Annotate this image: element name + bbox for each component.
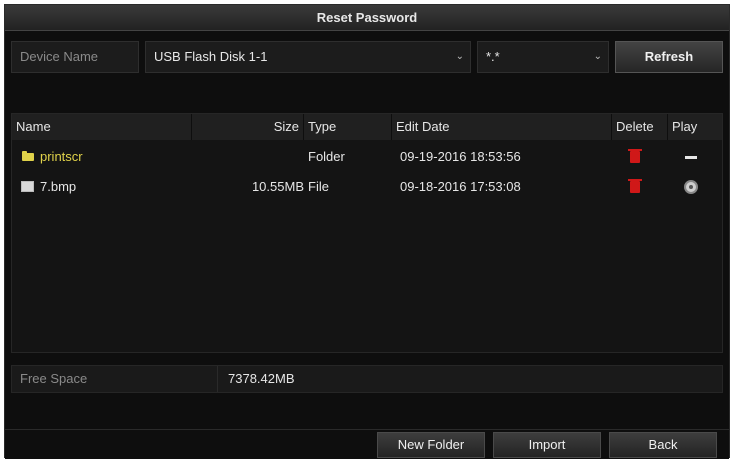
table-header: Name Size Type Edit Date Delete Play — [12, 114, 722, 140]
chevron-down-icon: ⌄ — [455, 51, 464, 62]
play-icon[interactable] — [684, 180, 698, 194]
new-folder-button[interactable]: New Folder — [377, 432, 485, 458]
free-space-row: Free Space 7378.42MB — [11, 365, 723, 393]
file-table: Name Size Type Edit Date Delete Play pri… — [11, 113, 723, 353]
file-type-value: *.* — [486, 49, 500, 64]
device-row: Device Name USB Flash Disk 1-1 ⌄ *.* ⌄ R… — [11, 41, 723, 73]
file-size: 10.55MB — [251, 179, 304, 194]
free-space-label: Free Space — [12, 366, 218, 392]
chevron-down-icon: ⌄ — [593, 51, 602, 62]
back-button[interactable]: Back — [609, 432, 717, 458]
trash-icon[interactable] — [628, 179, 642, 193]
file-edit-date: 09-18-2016 17:53:08 — [400, 179, 521, 194]
dialog-title: Reset Password — [5, 5, 729, 31]
column-name: Name — [12, 114, 192, 140]
file-type-select[interactable]: *.* ⌄ — [477, 41, 609, 73]
table-row[interactable]: printscr Folder 09-19-2016 18:53:56 — [12, 142, 722, 172]
column-edit-date: Edit Date — [392, 114, 612, 140]
device-name-select[interactable]: USB Flash Disk 1-1 ⌄ — [145, 41, 471, 73]
column-delete: Delete — [612, 114, 668, 140]
file-name: printscr — [40, 149, 83, 164]
file-type: File — [308, 179, 329, 194]
column-play: Play — [672, 119, 698, 134]
trash-icon[interactable] — [628, 149, 642, 163]
file-type: Folder — [308, 149, 345, 164]
dash-icon — [685, 156, 697, 159]
table-row[interactable]: 7.bmp 10.55MB File 09-18-2016 17:53:08 — [12, 172, 722, 202]
refresh-button[interactable]: Refresh — [615, 41, 723, 73]
reset-password-dialog: Reset Password Device Name USB Flash Dis… — [4, 4, 730, 459]
device-name-label: Device Name — [11, 41, 139, 73]
device-name-value: USB Flash Disk 1-1 — [154, 49, 268, 64]
folder-icon — [22, 151, 34, 161]
file-icon — [21, 181, 34, 192]
column-size: Size — [192, 114, 304, 140]
action-bar: New Folder Import Back — [5, 429, 729, 459]
file-size — [192, 142, 304, 172]
free-space-value: 7378.42MB — [228, 371, 295, 386]
import-button[interactable]: Import — [493, 432, 601, 458]
column-type: Type — [304, 114, 392, 140]
file-edit-date: 09-19-2016 18:53:56 — [400, 149, 521, 164]
file-name: 7.bmp — [40, 179, 77, 194]
